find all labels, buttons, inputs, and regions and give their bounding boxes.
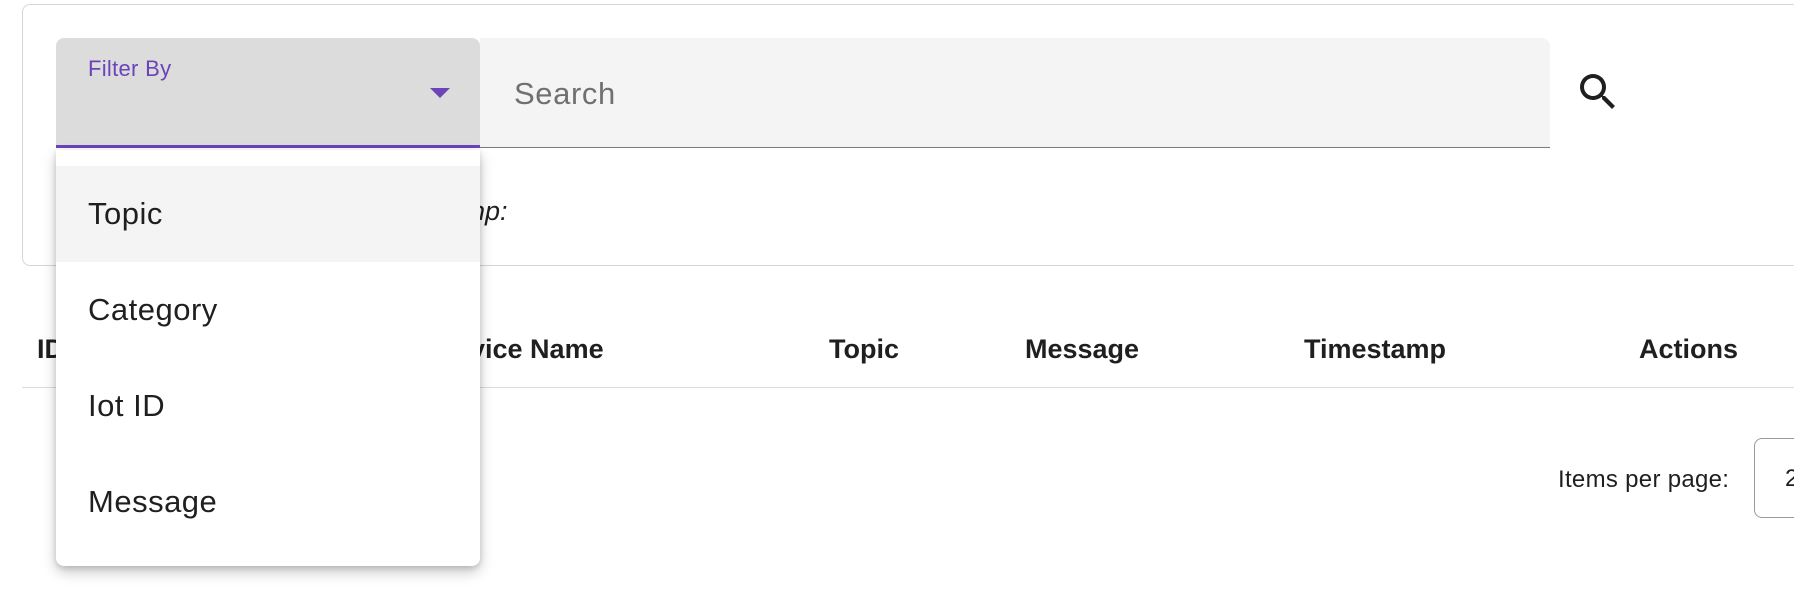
menu-item-topic[interactable]: Topic [56, 166, 480, 262]
menu-item-category[interactable]: Category [56, 262, 480, 358]
filter-by-label: Filter By [88, 56, 172, 81]
page-size-value: 2 [1785, 465, 1794, 493]
filter-dropdown-menu: Topic Category Iot ID Message [56, 150, 480, 566]
menu-item-iot-id[interactable]: Iot ID [56, 358, 480, 454]
search-field[interactable] [480, 38, 1550, 148]
search-icon [1580, 74, 1615, 109]
column-header-topic[interactable]: Topic [829, 334, 899, 365]
search-input[interactable] [512, 68, 1496, 120]
filter-by-select[interactable]: Filter By [56, 38, 480, 148]
page-size-select[interactable]: 2 [1754, 438, 1794, 518]
items-per-page-label: Items per page: [1558, 466, 1730, 493]
column-header-message[interactable]: Message [1025, 334, 1139, 365]
column-header-timestamp[interactable]: Timestamp [1304, 334, 1446, 365]
menu-item-message[interactable]: Message [56, 454, 480, 550]
column-header-device-name[interactable]: vice Name [470, 334, 604, 365]
search-button[interactable] [1574, 68, 1622, 116]
column-header-actions: Actions [1639, 334, 1739, 364]
dropdown-arrow-icon [430, 88, 450, 98]
